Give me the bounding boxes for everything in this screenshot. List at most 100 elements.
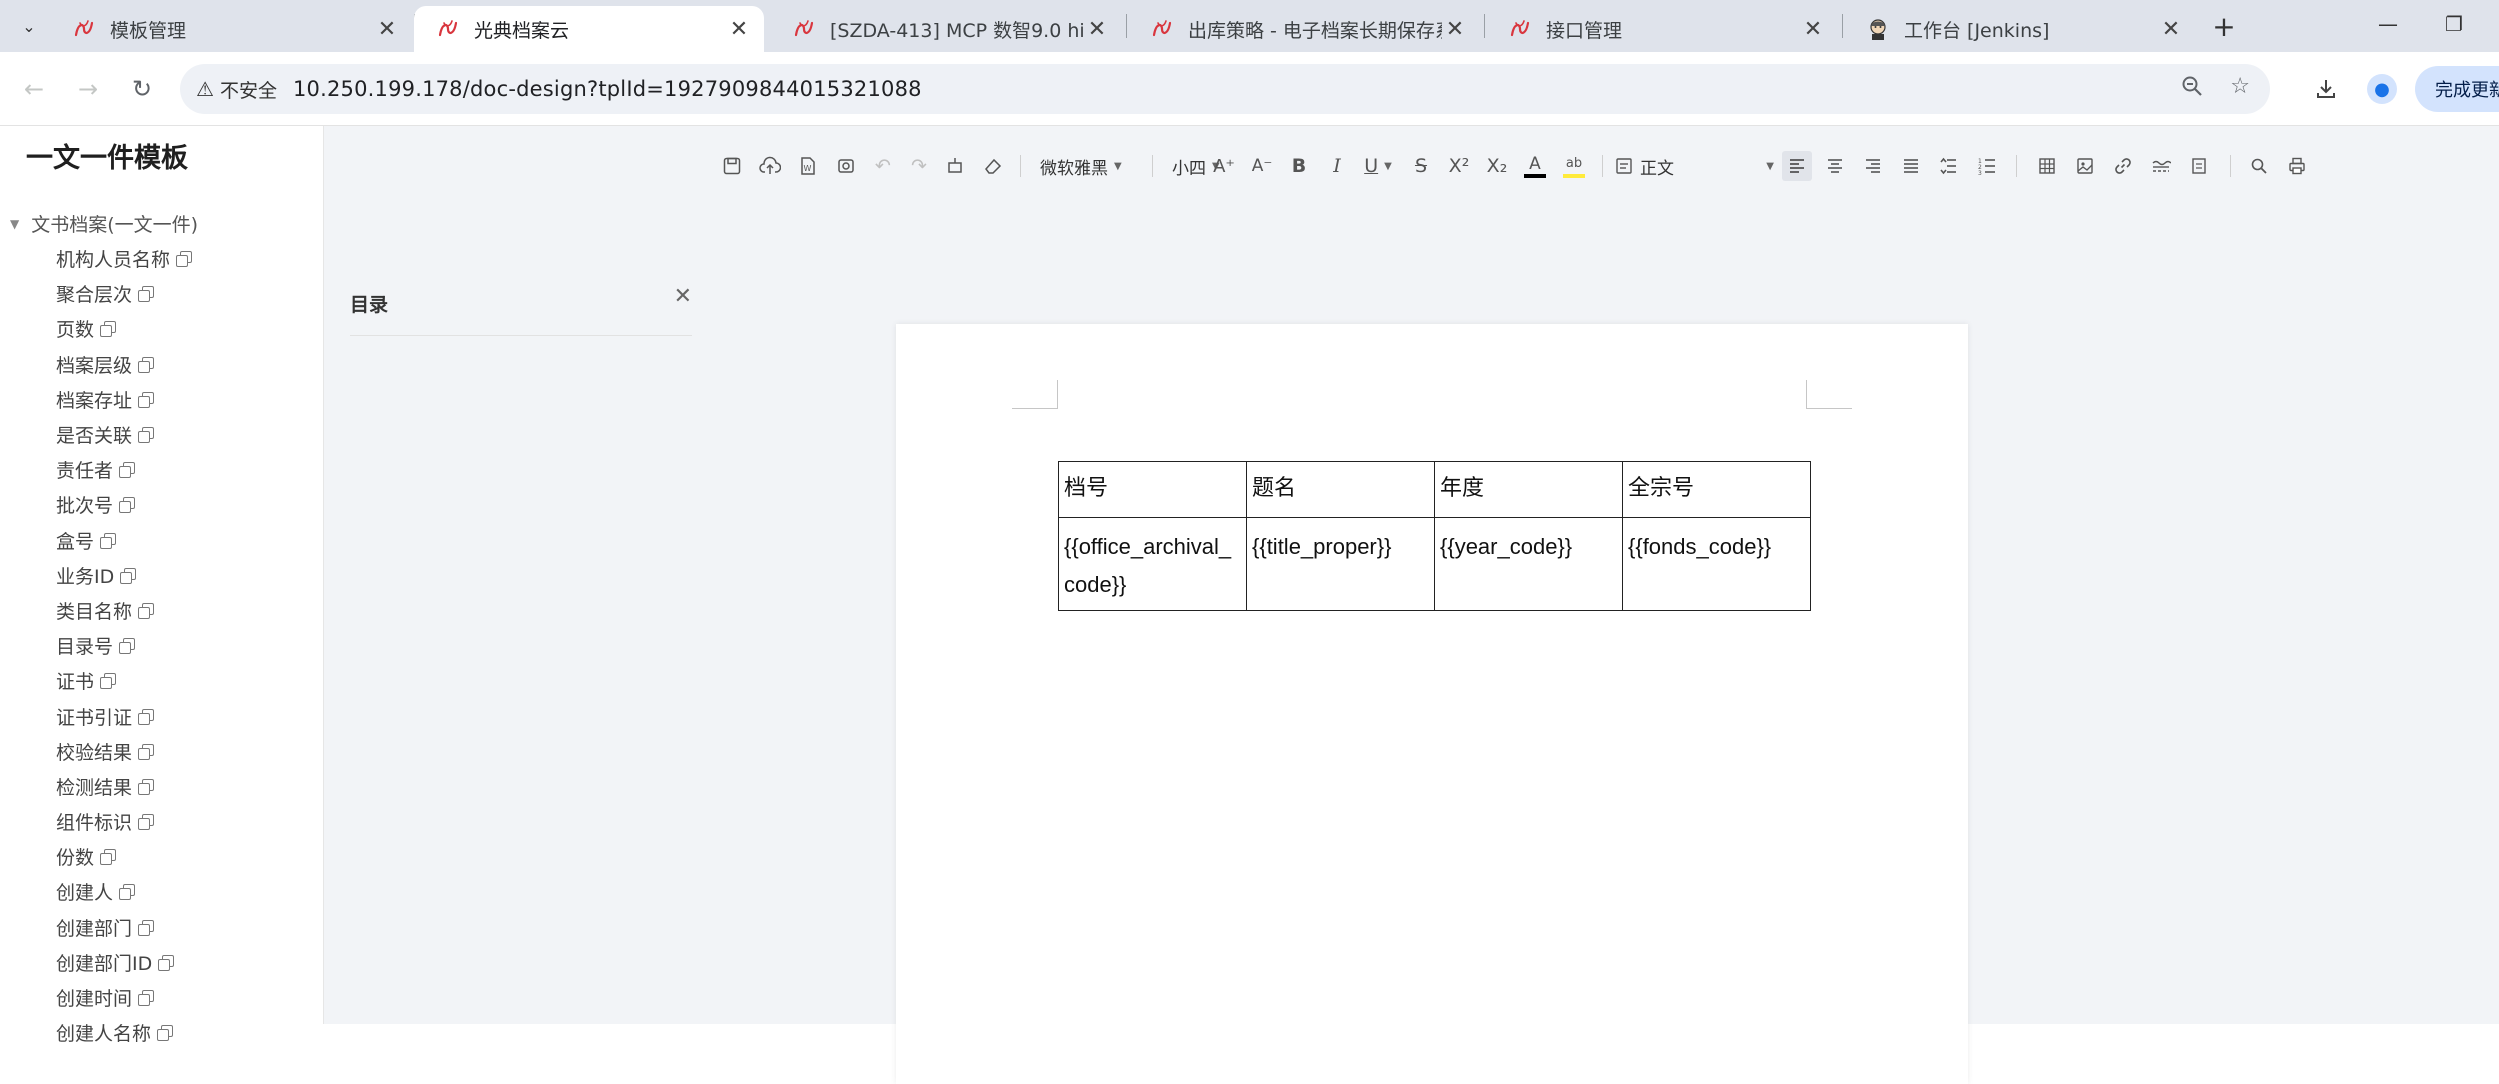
copy-icon[interactable] bbox=[138, 778, 155, 795]
align-center-button[interactable] bbox=[1820, 151, 1850, 181]
copy-icon[interactable] bbox=[176, 251, 193, 268]
bold-button[interactable]: B bbox=[1286, 151, 1312, 181]
copy-icon[interactable] bbox=[119, 638, 136, 655]
bookmark-star-icon[interactable]: ☆ bbox=[2230, 74, 2250, 104]
table-cell[interactable]: {{title_proper}} bbox=[1246, 517, 1435, 611]
copy-icon[interactable] bbox=[100, 532, 117, 549]
tree-field-item[interactable]: 机构人员名称 bbox=[0, 241, 324, 276]
tree-field-item[interactable]: 目录号 bbox=[0, 628, 324, 663]
copy-icon[interactable] bbox=[100, 321, 117, 338]
separator-button[interactable] bbox=[2146, 151, 2176, 181]
profile-button[interactable]: ● bbox=[2362, 69, 2402, 109]
tab-template-management[interactable]: 模板管理 ✕ bbox=[50, 6, 412, 52]
minimize-window-button[interactable]: — bbox=[2368, 6, 2408, 42]
export-word-button[interactable]: W bbox=[794, 151, 822, 181]
copy-icon[interactable] bbox=[138, 602, 155, 619]
justify-button[interactable] bbox=[1896, 151, 1926, 181]
downloads-button[interactable] bbox=[2306, 69, 2346, 109]
increase-font-button[interactable]: A⁺ bbox=[1210, 151, 1238, 181]
close-icon[interactable]: ✕ bbox=[1442, 16, 1468, 42]
copy-icon[interactable] bbox=[138, 391, 155, 408]
copy-icon[interactable] bbox=[138, 814, 155, 831]
address-bar[interactable]: ⚠ 不安全 10.250.199.178/doc-design?tplId=19… bbox=[180, 64, 2270, 114]
copy-icon[interactable] bbox=[138, 286, 155, 303]
paragraph-style-select[interactable]: 正文 ▼ bbox=[1614, 152, 1774, 180]
tree-field-item[interactable]: 证书 bbox=[0, 663, 324, 698]
align-right-button[interactable] bbox=[1858, 151, 1888, 181]
insert-image-button[interactable] bbox=[2070, 151, 2100, 181]
tree-field-item[interactable]: 页数 bbox=[0, 311, 324, 346]
copy-icon[interactable] bbox=[138, 990, 155, 1007]
back-button[interactable]: ← bbox=[14, 69, 54, 109]
save-button[interactable] bbox=[718, 151, 746, 181]
tree-field-item[interactable]: 批次号 bbox=[0, 487, 324, 522]
new-tab-button[interactable]: + bbox=[2208, 10, 2240, 43]
tree-field-item[interactable]: 校验结果 bbox=[0, 734, 324, 769]
close-icon[interactable]: ✕ bbox=[726, 16, 752, 42]
document-page[interactable]: 档号 题名 年度 全宗号 {{office_archival_code}} {{… bbox=[896, 324, 1968, 1084]
table-cell[interactable]: {{office_archival_code}} bbox=[1058, 517, 1247, 611]
copy-icon[interactable] bbox=[138, 427, 155, 444]
copy-icon[interactable] bbox=[138, 356, 155, 373]
close-icon[interactable]: ✕ bbox=[2158, 16, 2184, 42]
update-button[interactable]: 完成更新 bbox=[2415, 66, 2499, 112]
underline-button[interactable]: U ▼ bbox=[1358, 151, 1398, 181]
tree-field-item[interactable]: 类目名称 bbox=[0, 593, 324, 628]
tree-field-item[interactable]: 创建部门ID bbox=[0, 945, 324, 980]
tree-field-item[interactable]: 创建时间 bbox=[0, 980, 324, 1015]
close-icon[interactable]: ✕ bbox=[674, 284, 692, 309]
close-icon[interactable]: ✕ bbox=[374, 16, 400, 42]
table-cell[interactable]: {{year_code}} bbox=[1434, 517, 1623, 611]
font-family-select[interactable]: 微软雅黑 ▼ bbox=[1040, 152, 1122, 180]
format-painter-button[interactable] bbox=[942, 151, 968, 181]
close-icon[interactable]: ✕ bbox=[1084, 16, 1110, 42]
copy-icon[interactable] bbox=[100, 849, 117, 866]
template-table[interactable]: 档号 题名 年度 全宗号 {{office_archival_code}} {{… bbox=[1058, 461, 1811, 611]
tree-field-item[interactable]: 证书引证 bbox=[0, 698, 324, 733]
align-left-button[interactable] bbox=[1782, 151, 1812, 181]
tree-field-item[interactable]: 检测结果 bbox=[0, 769, 324, 804]
insert-table-button[interactable] bbox=[2032, 151, 2062, 181]
numbered-list-button[interactable]: 123 bbox=[1972, 151, 2002, 181]
font-color-button[interactable]: A bbox=[1522, 151, 1548, 181]
tab-outbound-strategy[interactable]: 出库策略 - 电子档案长期保存系 ✕ bbox=[1128, 6, 1480, 52]
undo-button[interactable]: ↶ bbox=[870, 151, 896, 181]
tree-field-item[interactable]: 聚合层次 bbox=[0, 276, 324, 311]
superscript-button[interactable]: X² bbox=[1446, 151, 1472, 181]
table-header-cell[interactable]: 年度 bbox=[1434, 461, 1623, 518]
table-header-cell[interactable]: 题名 bbox=[1246, 461, 1435, 518]
tab-jenkins[interactable]: 工作台 [Jenkins] ✕ bbox=[1844, 6, 2196, 52]
tree-field-item[interactable]: 盒号 bbox=[0, 523, 324, 558]
tree-root-node[interactable]: ▼ 文书档案(一文一件) bbox=[0, 206, 324, 241]
copy-icon[interactable] bbox=[119, 462, 136, 479]
tree-field-item[interactable]: 责任者 bbox=[0, 452, 324, 487]
copy-icon[interactable] bbox=[158, 954, 175, 971]
search-button[interactable] bbox=[2244, 151, 2274, 181]
tree-field-item[interactable]: 是否关联 bbox=[0, 417, 324, 452]
restore-window-button[interactable]: ❐ bbox=[2434, 6, 2474, 42]
security-indicator[interactable]: ⚠ 不安全 bbox=[196, 76, 293, 103]
tree-field-item[interactable]: 创建人 bbox=[0, 874, 324, 909]
strikethrough-button[interactable]: S bbox=[1408, 151, 1434, 181]
subscript-button[interactable]: X₂ bbox=[1484, 151, 1510, 181]
copy-icon[interactable] bbox=[138, 743, 155, 760]
upload-button[interactable] bbox=[756, 151, 784, 181]
redo-button[interactable]: ↷ bbox=[906, 151, 932, 181]
copy-icon[interactable] bbox=[119, 497, 136, 514]
screenshot-button[interactable] bbox=[832, 151, 860, 181]
print-button[interactable] bbox=[2282, 151, 2312, 181]
tree-field-item[interactable]: 创建人名称 bbox=[0, 1015, 324, 1050]
tree-field-item[interactable]: 档案存址 bbox=[0, 382, 324, 417]
copy-icon[interactable] bbox=[138, 708, 155, 725]
copy-icon[interactable] bbox=[138, 919, 155, 936]
tree-field-item[interactable]: 份数 bbox=[0, 839, 324, 874]
highlight-button[interactable]: ab bbox=[1560, 151, 1588, 181]
table-header-cell[interactable]: 全宗号 bbox=[1622, 461, 1811, 518]
close-icon[interactable]: ✕ bbox=[1800, 16, 1826, 42]
caret-down-icon[interactable]: ▼ bbox=[10, 217, 19, 231]
line-spacing-button[interactable] bbox=[1934, 151, 1964, 181]
copy-icon[interactable] bbox=[119, 884, 136, 901]
copy-icon[interactable] bbox=[100, 673, 117, 690]
page-break-button[interactable] bbox=[2184, 151, 2214, 181]
tab-szda-413[interactable]: [SZDA-413] MCP 数智9.0 hibr ✕ bbox=[770, 6, 1122, 52]
